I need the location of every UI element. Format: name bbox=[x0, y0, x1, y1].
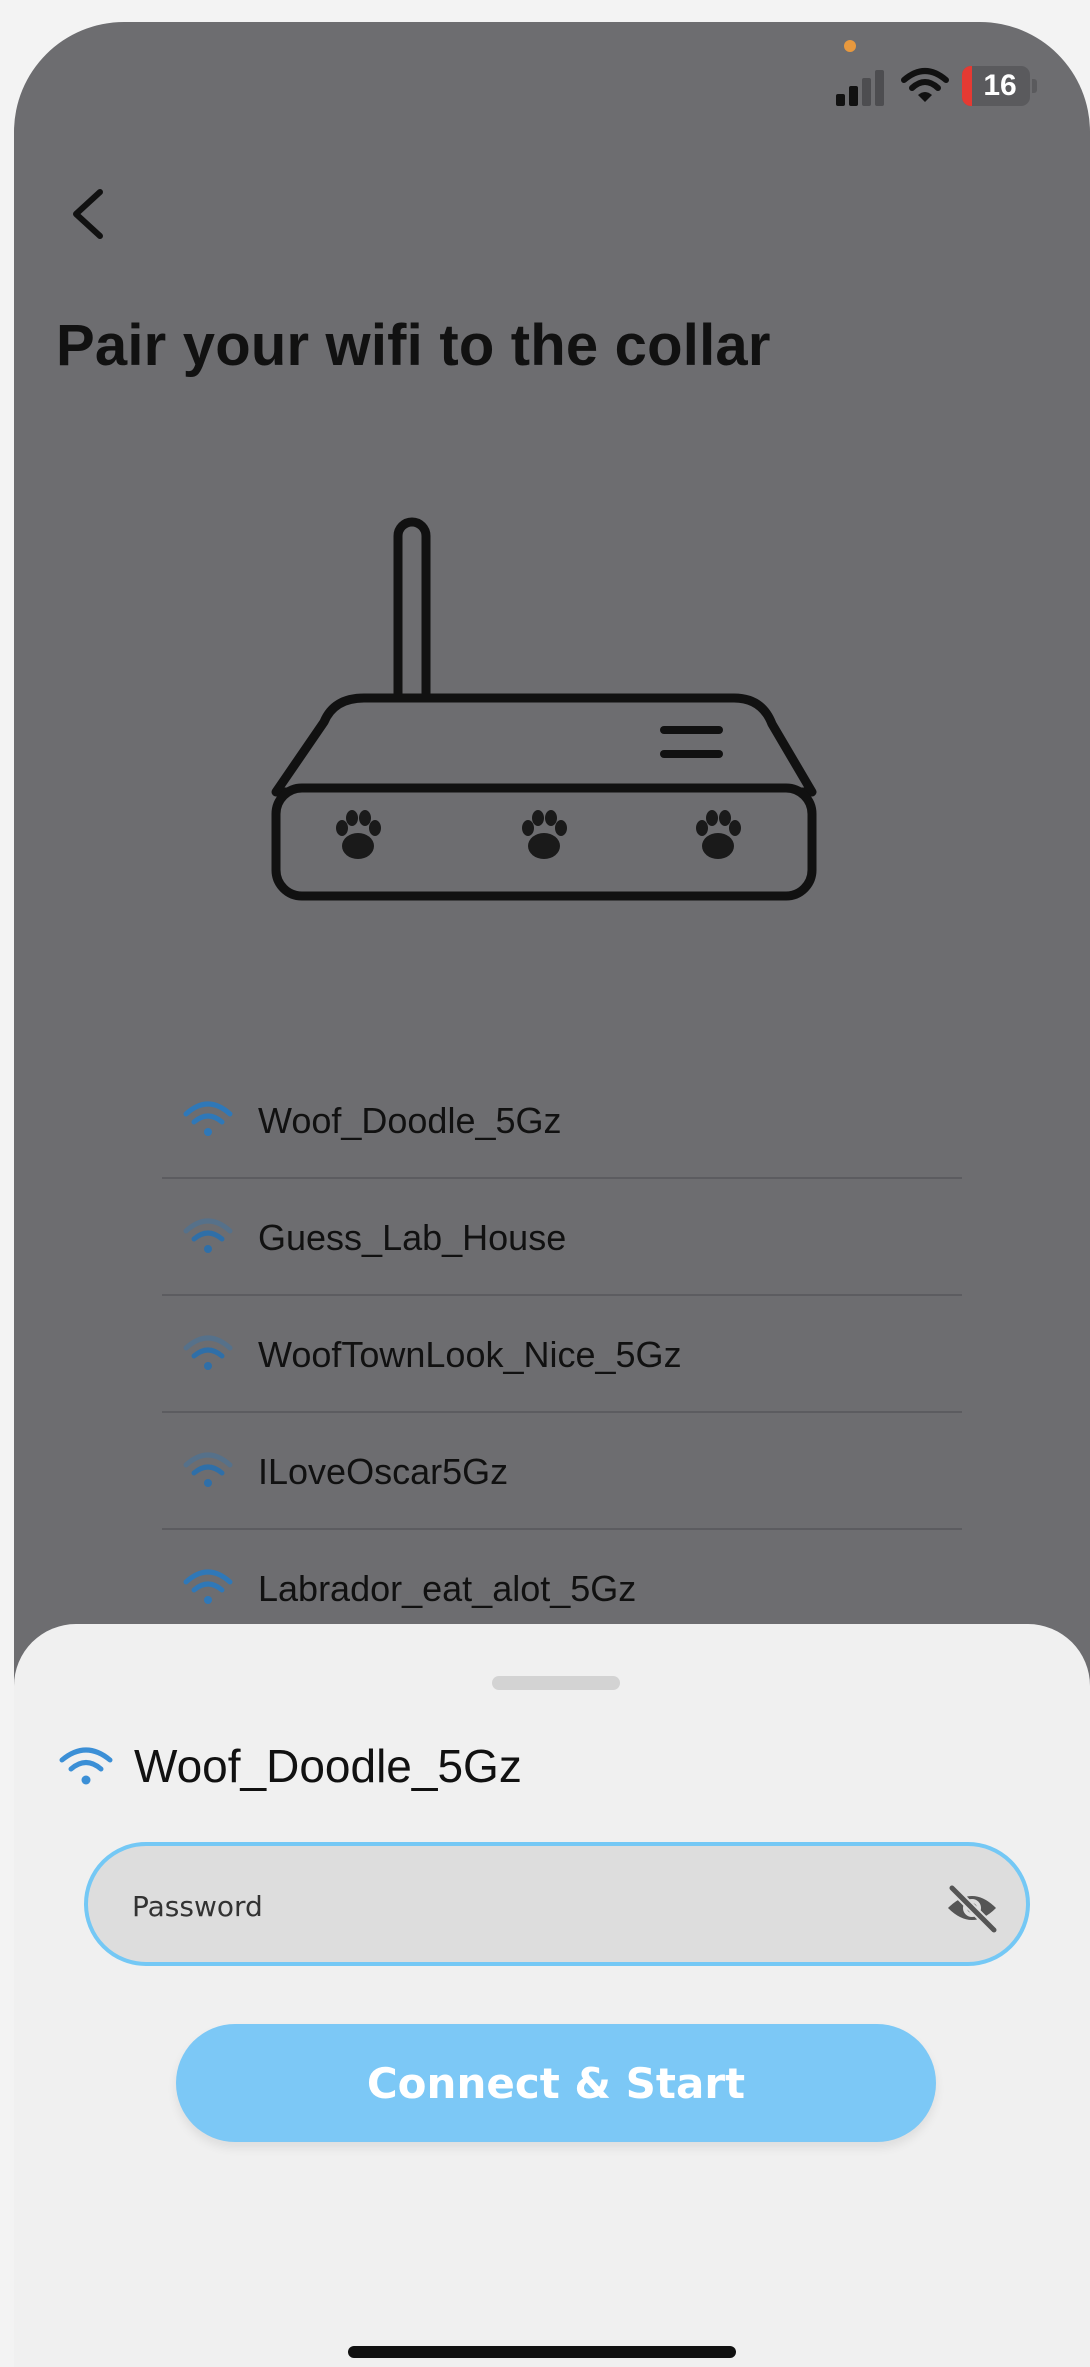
wifi-network-name: Woof_Doodle_5Gz bbox=[258, 1100, 562, 1141]
router-illustration bbox=[271, 517, 817, 901]
wifi-network-item[interactable]: WoofTownLook_Nice_5Gz bbox=[162, 1296, 962, 1413]
wifi-icon bbox=[183, 1218, 233, 1253]
home-indicator[interactable] bbox=[348, 2346, 736, 2358]
password-bottom-sheet: Woof_Doodle_5Gz Connect & Start bbox=[14, 1624, 1090, 2367]
wifi-network-name: WoofTownLook_Nice_5Gz bbox=[258, 1334, 682, 1375]
eye-off-icon[interactable] bbox=[942, 1880, 1002, 1936]
wifi-network-item[interactable]: Woof_Doodle_5Gz bbox=[162, 1062, 962, 1179]
wifi-icon bbox=[183, 1335, 233, 1370]
wifi-network-item[interactable]: ILoveOscar5Gz bbox=[162, 1413, 962, 1530]
password-input[interactable] bbox=[132, 1866, 892, 1946]
connect-start-button[interactable]: Connect & Start bbox=[176, 2024, 936, 2142]
wifi-icon bbox=[59, 1747, 113, 1785]
back-arrow-icon[interactable] bbox=[58, 184, 118, 244]
wifi-status-icon bbox=[901, 68, 949, 102]
battery-level: 16 bbox=[983, 69, 1017, 102]
wifi-network-list: Woof_Doodle_5Gz Guess_Lab_House WoofTown… bbox=[162, 1062, 962, 1647]
password-field[interactable] bbox=[84, 1842, 1030, 1966]
wifi-network-name: Guess_Lab_House bbox=[258, 1217, 567, 1258]
cellular-signal-icon bbox=[836, 70, 886, 106]
page-title: Pair your wifi to the collar bbox=[56, 313, 771, 378]
wifi-network-name: ILoveOscar5Gz bbox=[258, 1451, 509, 1492]
selected-network-name: Woof_Doodle_5Gz bbox=[134, 1740, 522, 1792]
wifi-icon bbox=[183, 1569, 233, 1604]
wifi-icon bbox=[183, 1101, 233, 1136]
sheet-grabber[interactable] bbox=[492, 1676, 620, 1690]
privacy-indicator-dot bbox=[844, 40, 856, 52]
wifi-icon bbox=[183, 1452, 233, 1487]
wifi-network-item[interactable]: Guess_Lab_House bbox=[162, 1179, 962, 1296]
battery-icon: 16 bbox=[962, 66, 1038, 106]
